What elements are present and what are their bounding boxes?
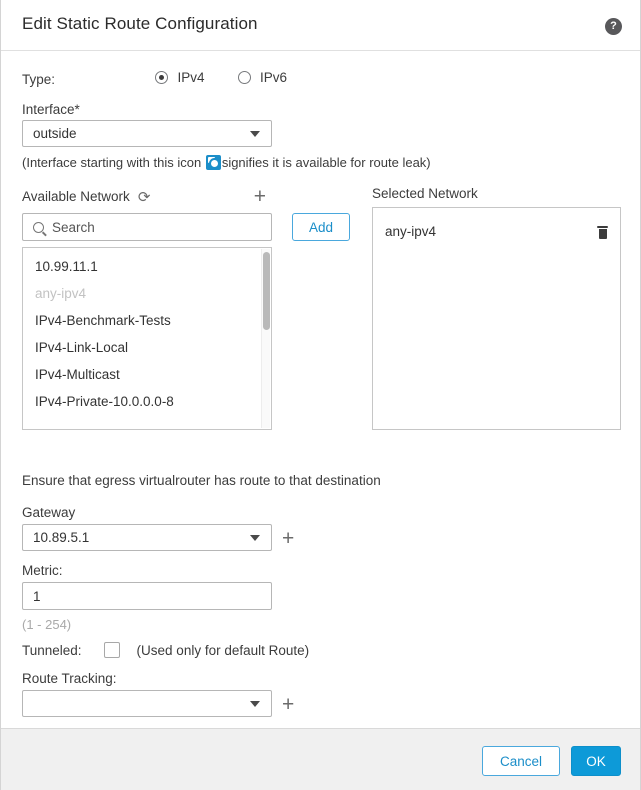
list-item[interactable]: IPv4-Private-10.0.0.0-8 (23, 388, 271, 415)
radio-ipv6[interactable]: IPv6 (237, 70, 287, 85)
list-item[interactable]: IPv4-Link-Local (23, 334, 271, 361)
search-input[interactable]: Search (22, 213, 272, 241)
refresh-icon[interactable]: ⟳ (138, 188, 151, 206)
interface-label: Interface* (22, 102, 80, 117)
selected-network-list[interactable]: any-ipv4 (372, 207, 621, 430)
search-icon (33, 221, 44, 233)
interface-select[interactable]: outside (22, 120, 272, 147)
tunneled-row: Tunneled: (Used only for default Route) (22, 642, 309, 658)
chevron-down-icon[interactable] (250, 130, 260, 137)
list-scrollbar-thumb[interactable] (263, 252, 270, 330)
tunneled-label: Tunneled: (22, 642, 82, 658)
trash-icon[interactable] (597, 225, 608, 239)
search-placeholder: Search (52, 219, 95, 235)
radio-ipv4-indicator[interactable] (155, 71, 169, 84)
list-item[interactable]: IPv4-Benchmark-Tests (23, 307, 271, 334)
chevron-down-icon[interactable] (250, 534, 260, 541)
available-network-list[interactable]: 10.99.11.1 any-ipv4 IPv4-Benchmark-Tests… (22, 247, 272, 430)
metric-hint: (1 - 254) (22, 617, 72, 632)
selected-network-title: Selected Network (372, 186, 478, 201)
list-item[interactable]: IPv4-Multicast (23, 361, 271, 388)
dialog-title: Edit Static Route Configuration (22, 14, 258, 33)
metric-value: 1 (33, 588, 41, 604)
route-leak-note: (Interface starting with this icon signi… (22, 155, 431, 170)
help-icon[interactable]: ? (605, 18, 622, 35)
tunneled-note: (Used only for default Route) (136, 642, 310, 658)
route-leak-icon (205, 155, 221, 170)
ok-button[interactable]: OK (571, 746, 621, 776)
radio-ipv6-indicator[interactable] (237, 71, 251, 84)
list-scrollbar[interactable] (261, 249, 270, 428)
radio-ipv6-label: IPv6 (259, 70, 287, 85)
add-route-tracking-icon[interactable]: + (282, 694, 294, 715)
route-tracking-label: Route Tracking: (22, 671, 117, 686)
selected-network-item[interactable]: any-ipv4 (373, 217, 620, 247)
dialog-header: Edit Static Route Configuration ? (1, 0, 640, 51)
cancel-button[interactable]: Cancel (482, 746, 560, 776)
list-item[interactable]: 10.99.11.1 (23, 253, 271, 280)
available-network-title: Available Network (22, 189, 130, 204)
type-row: Type: IPv4 IPv6 (22, 70, 287, 89)
egress-note: Ensure that egress virtualrouter has rou… (22, 473, 381, 488)
interface-value: outside (33, 126, 77, 141)
add-button[interactable]: Add (292, 213, 350, 241)
edit-static-route-dialog: Edit Static Route Configuration ? Type: … (0, 0, 641, 790)
gateway-value: 10.89.5.1 (33, 530, 90, 545)
add-network-object-icon[interactable]: + (254, 186, 266, 207)
radio-ipv4[interactable]: IPv4 (155, 70, 205, 85)
route-leak-note-before: (Interface starting with this icon (22, 155, 205, 170)
list-item: any-ipv4 (35, 286, 87, 301)
selected-network-item-label: any-ipv4 (385, 224, 437, 239)
tunneled-checkbox[interactable] (103, 642, 120, 658)
gateway-label: Gateway (22, 505, 76, 520)
route-tracking-select[interactable] (22, 690, 272, 717)
dialog-footer: Cancel OK (1, 728, 640, 790)
radio-ipv4-label: IPv4 (177, 70, 205, 85)
metric-label: Metric: (22, 563, 63, 578)
chevron-down-icon[interactable] (250, 700, 260, 707)
add-gateway-icon[interactable]: + (282, 528, 294, 549)
dialog-body: Type: IPv4 IPv6 Interface* outside (Inte… (1, 52, 640, 727)
metric-input[interactable]: 1 (22, 582, 272, 610)
type-label: Type: (22, 72, 56, 87)
available-network-header: Available Network ⟳ + (22, 186, 272, 207)
route-leak-note-after: signifies it is available for route leak… (221, 155, 431, 170)
gateway-select[interactable]: 10.89.5.1 (22, 524, 272, 551)
